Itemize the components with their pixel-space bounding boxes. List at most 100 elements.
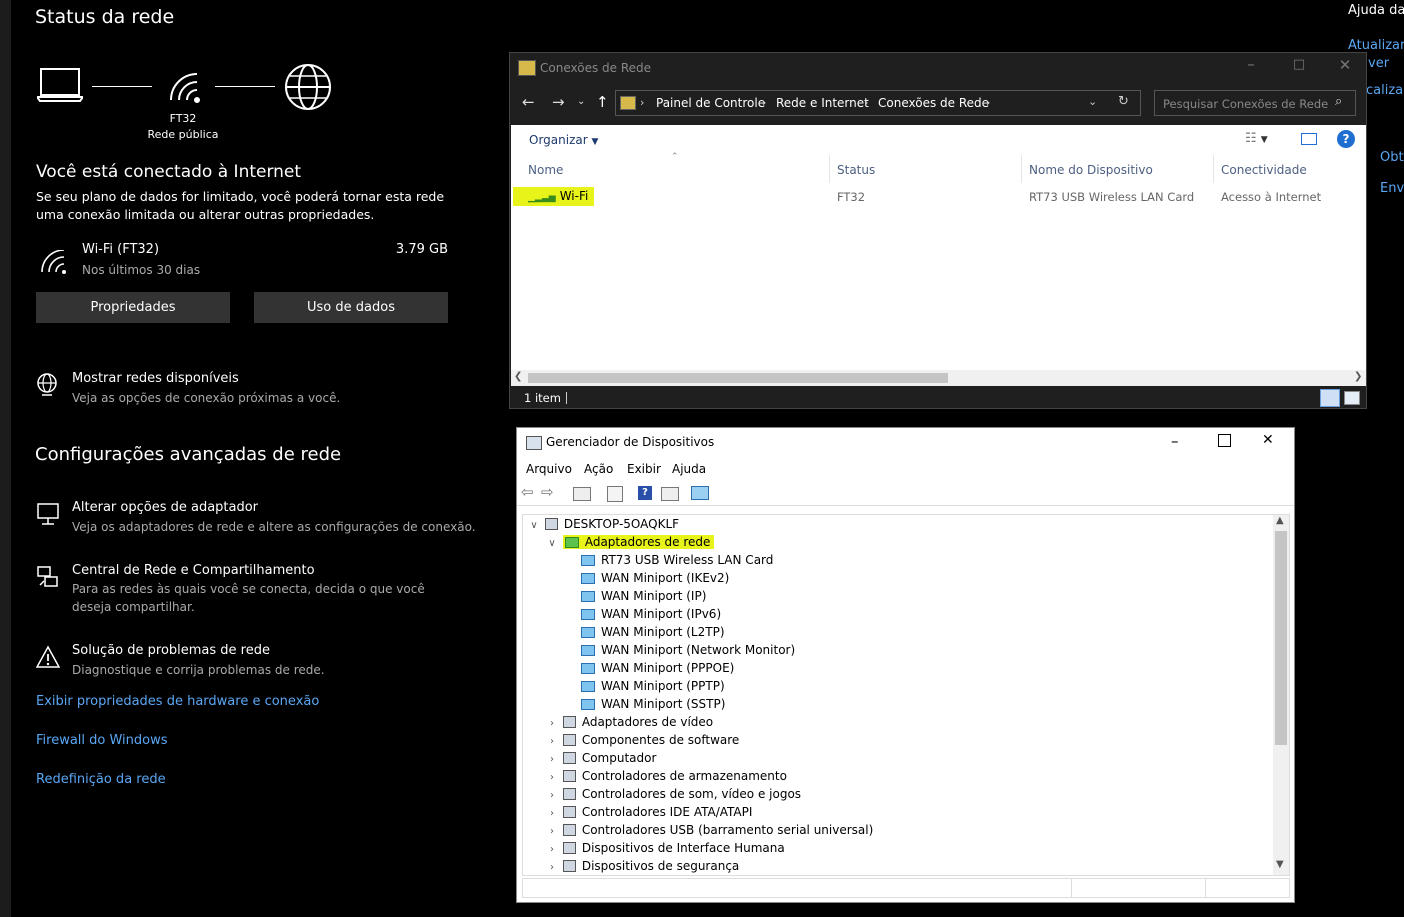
sharing-center-icon — [36, 565, 60, 589]
tree-category-item[interactable]: › Dispositivos de Interface Humana — [545, 839, 785, 857]
network-adapter-icon — [581, 627, 595, 638]
tree-adapter-item[interactable]: WAN Miniport (L2TP) — [581, 623, 725, 641]
tree-adapter-item[interactable]: WAN Miniport (PPTP) — [581, 677, 725, 695]
refresh-icon[interactable]: ↻ — [1118, 94, 1129, 109]
partial-link-view[interactable]: ver — [1368, 56, 1389, 71]
scan-hardware-icon[interactable] — [691, 486, 709, 500]
menu-arquivo[interactable]: Arquivo — [526, 462, 572, 476]
tree-adapter-item[interactable]: WAN Miniport (IPv6) — [581, 605, 721, 623]
network-reset-link[interactable]: Redefinição da rede — [36, 772, 166, 787]
tree-adapter-item[interactable]: WAN Miniport (IP) — [581, 587, 706, 605]
connection-line — [92, 86, 152, 87]
network-adapter-icon — [581, 645, 595, 656]
view-options-icon[interactable]: ☷ ▼ — [1245, 131, 1268, 146]
tree-category-item[interactable]: › Componentes de software — [545, 731, 739, 749]
tree-category-item[interactable]: › Computador — [545, 749, 656, 767]
tree-category-item[interactable]: › Controladores IDE ATA/ATAPI — [545, 803, 752, 821]
scroll-right-icon[interactable]: ❯ — [1354, 371, 1362, 382]
show-networks-desc: Veja as opções de conexão próximas a voc… — [72, 391, 341, 405]
close-button[interactable]: ✕ — [1262, 432, 1274, 448]
back-button[interactable]: ← — [522, 93, 535, 111]
help-icon[interactable]: ? — [638, 486, 652, 500]
tree-adapter-item[interactable]: WAN Miniport (IKEv2) — [581, 569, 729, 587]
tree-category-item[interactable]: › Controladores de som, vídeo e jogos — [545, 785, 801, 803]
breadcrumb-control-panel[interactable]: Painel de Controle — [656, 96, 765, 110]
wifi-connection-item[interactable]: ▁▂▃▅ Wi-Fi — [513, 187, 595, 206]
partial-link-get[interactable]: Obt — [1380, 150, 1404, 165]
properties-icon[interactable] — [607, 486, 623, 502]
vertical-scrollbar[interactable]: ▲ ▼ — [1273, 515, 1289, 875]
scroll-thumb[interactable] — [1275, 531, 1287, 745]
network-adapters-node[interactable]: Adaptadores de rede — [562, 535, 715, 549]
menu-ajuda[interactable]: Ajuda — [672, 462, 706, 476]
horizontal-scrollbar[interactable]: ❮ ❯ — [511, 370, 1366, 386]
menu-exibir[interactable]: Exibir — [627, 462, 661, 476]
tree-category-item[interactable]: › Adaptadores de vídeo — [545, 713, 713, 731]
breadcrumb-sep-icon: › — [640, 96, 645, 109]
hardware-properties-link[interactable]: Exibir propriedades de hardware e conexã… — [36, 694, 319, 709]
help-button[interactable]: ? — [1337, 130, 1355, 148]
sharing-center-desc: Para as redes às quais você se conecta, … — [72, 582, 425, 614]
address-bar[interactable]: › Painel de Controle › Rede e Internet ›… — [615, 90, 1141, 116]
scroll-up-icon[interactable]: ▲ — [1276, 515, 1284, 526]
table-row[interactable]: ▁▂▃▅ Wi-Fi FT32 RT73 USB Wireless LAN Car… — [511, 185, 1366, 207]
scroll-left-icon[interactable]: ❮ — [514, 371, 522, 382]
organize-menu[interactable]: Organizar ▼ — [529, 133, 598, 147]
maximize-button[interactable]: □ — [1284, 57, 1314, 72]
tree-category-item[interactable]: › Controladores de armazenamento — [545, 767, 787, 785]
tree-network-adapters[interactable]: ∨ Adaptadores de rede — [545, 533, 715, 553]
troubleshoot-link[interactable]: Solução de problemas de rede — [72, 642, 270, 660]
partial-link-locate[interactable]: calizar — [1366, 83, 1404, 98]
column-header-status[interactable]: Status — [837, 163, 875, 177]
collapse-chevron-icon[interactable]: ∨ — [545, 535, 559, 553]
partial-link-send[interactable]: Envi — [1380, 181, 1404, 196]
expand-chevron-icon[interactable]: › — [545, 859, 559, 875]
device-category-icon — [562, 806, 576, 818]
forward-button[interactable]: → — [552, 93, 565, 111]
minimize-button[interactable]: – — [1236, 55, 1266, 73]
column-header-name[interactable]: Nome — [528, 163, 563, 177]
scroll-thumb[interactable] — [528, 373, 948, 383]
recent-chevron-icon[interactable]: ⌄ — [577, 96, 585, 107]
scroll-down-icon[interactable]: ▼ — [1276, 859, 1284, 870]
column-header-connectivity[interactable]: Conectividade — [1221, 163, 1307, 177]
data-usage-button[interactable]: Uso de dados — [254, 292, 448, 323]
sharing-center-link[interactable]: Central de Rede e Compartilhamento — [72, 562, 315, 580]
adapter-options-link[interactable]: Alterar opções de adaptador — [72, 499, 258, 517]
forward-arrow-icon[interactable]: ⇨ — [541, 483, 554, 501]
close-button[interactable]: ✕ — [1330, 56, 1360, 74]
column-header-device[interactable]: Nome do Dispositivo — [1029, 163, 1153, 177]
firewall-link[interactable]: Firewall do Windows — [36, 733, 168, 748]
details-view-icon[interactable] — [1320, 389, 1340, 407]
menu-acao[interactable]: Ação — [584, 462, 613, 476]
breadcrumb-network-connections[interactable]: Conexões de Rede — [878, 96, 989, 110]
collapse-chevron-icon[interactable]: ∨ — [527, 517, 541, 535]
maximize-button[interactable] — [1218, 434, 1231, 447]
tree-adapter-item[interactable]: WAN Miniport (PPPOE) — [581, 659, 734, 677]
settings-scrollbar[interactable] — [0, 0, 11, 917]
device-category-icon — [562, 734, 576, 746]
tree-adapter-item[interactable]: WAN Miniport (SSTP) — [581, 695, 725, 713]
partial-link-update[interactable]: Atualizar — [1348, 38, 1404, 53]
resources-icon[interactable] — [661, 487, 679, 501]
show-networks-link[interactable]: Mostrar redes disponíveis — [72, 370, 239, 388]
tree-root[interactable]: ∨ DESKTOP-5OAQKLF — [527, 515, 679, 533]
properties-button[interactable]: Propriedades — [36, 292, 230, 323]
minimize-button[interactable]: – — [1171, 432, 1179, 450]
back-arrow-icon[interactable]: ⇦ — [521, 483, 534, 501]
sort-arrow-icon: ⌃ — [671, 152, 679, 162]
status-divider — [1071, 879, 1072, 897]
category-label: Controladores IDE ATA/ATAPI — [581, 805, 753, 819]
search-input[interactable]: Pesquisar Conexões de Rede ⌕ — [1154, 90, 1356, 116]
up-button[interactable]: ↑ — [596, 93, 609, 111]
tree-category-item[interactable]: › Controladores USB (barramento serial u… — [545, 821, 873, 839]
breadcrumb-network-internet[interactable]: Rede e Internet — [776, 96, 869, 110]
tree-view-icon[interactable] — [573, 487, 591, 501]
preview-pane-icon[interactable] — [1301, 133, 1317, 145]
column-divider — [1021, 155, 1022, 183]
tree-adapter-item[interactable]: RT73 USB Wireless LAN Card — [581, 551, 773, 569]
tree-category-item[interactable]: › Dispositivos de segurança — [545, 857, 739, 875]
tiles-view-icon[interactable] — [1344, 391, 1360, 405]
tree-adapter-item[interactable]: WAN Miniport (Network Monitor) — [581, 641, 795, 659]
address-dropdown-icon[interactable]: ⌄ — [1088, 95, 1097, 108]
